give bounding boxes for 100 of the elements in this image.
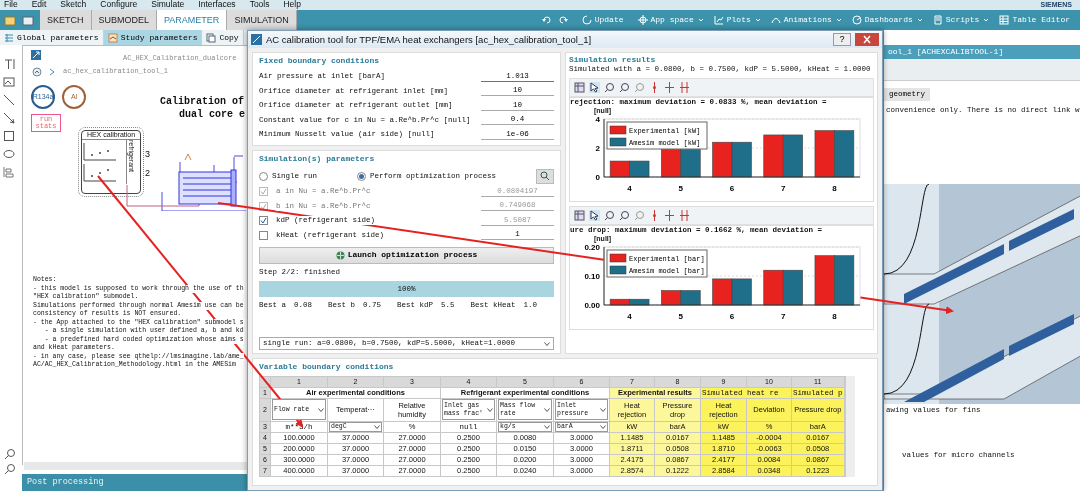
bar [814,255,835,306]
tick-label: 5 [678,184,684,193]
zoom-out-icon[interactable] [4,463,16,475]
tick-label: 4 [627,312,632,322]
zoom-in-icon[interactable] [619,81,630,93]
caret-icon [318,407,324,412]
table-icon[interactable] [574,81,585,93]
menu-item[interactable]: File [4,0,18,10]
radio-button[interactable] [357,171,366,181]
caret-icon [544,341,550,346]
section-heading: Fixed boundary conditions [259,56,381,66]
toolbar-tab[interactable]: SKETCH [40,10,92,30]
toolbar-button[interactable]: Plots [709,15,755,25]
toolbar-button[interactable]: Table Editor [995,15,1074,25]
tick-label: 4 [595,115,600,124]
align-tool-icon[interactable] [3,166,15,178]
help-button[interactable]: ? [833,33,851,46]
tick-label: 5 [678,312,684,322]
toolbar-tab[interactable]: SIMULATION [227,10,297,30]
caret-icon [983,17,990,23]
toolbar-button[interactable]: Animations [766,15,836,25]
folder-icon[interactable] [22,14,34,26]
panel-tab[interactable]: Copy [202,30,244,45]
ellipse-tool-icon[interactable] [3,148,15,160]
zoom-region-icon[interactable] [604,81,615,93]
horizontal-scrollbar[interactable] [24,462,248,470]
section-heading: Simulation results [569,55,657,65]
status-bar: Post processing [22,474,250,491]
zoom-region-icon[interactable] [604,210,615,221]
arrow-tool-icon[interactable] [3,112,15,124]
panel-tab[interactable]: Global parameters [0,30,104,45]
bar [834,130,855,178]
refresh-icon [581,15,592,25]
caret-icon [600,407,606,412]
toolbar-tab[interactable]: SUBMODEL [91,10,158,30]
crosshair-icon[interactable] [664,210,675,221]
launch-button[interactable]: Launch optimization process [259,246,554,264]
globe-icon [335,250,345,260]
bar [712,278,733,306]
document-icon [932,15,943,25]
chart-icon [713,15,724,25]
zoom-in-icon[interactable] [4,448,16,460]
tick-label: 7 [780,184,786,193]
crosshair-icon[interactable] [664,81,675,93]
menu-item[interactable]: Sketch [60,0,87,10]
menu-item[interactable]: Tools [249,0,270,10]
checkbox[interactable] [259,216,268,226]
pointer-icon[interactable] [589,81,600,93]
toolbar-button[interactable]: Scripts [928,15,984,25]
panel-tab[interactable]: Study parameters [103,30,203,45]
dialog-title: AC calibration tool for TPF/EMA heat exchangers [ac_hex_calibration_tool_1] [266,33,593,46]
bar [782,134,803,178]
checkbox[interactable] [259,230,268,240]
line-tool-icon[interactable] [3,94,15,106]
undo-icon[interactable] [541,15,552,25]
table-icon[interactable] [574,210,585,221]
bar [731,141,752,178]
tick-label: 7 [780,312,786,322]
window-title: ool_1 [ACHEXCALIBTOOL-1] [884,45,1080,59]
caret-icon [754,17,761,23]
menu-item[interactable]: Help [283,0,301,10]
bar [629,160,650,178]
chevron-icon [49,68,55,76]
double-marker-icon[interactable] [679,210,690,221]
bar [661,149,682,178]
toolbar-button[interactable]: App space [633,15,698,25]
bar [834,255,855,306]
text-tool-icon[interactable] [3,58,15,70]
tick-label: 6 [729,312,735,322]
caret-icon [544,424,550,429]
search-icon [540,171,550,182]
radio-button[interactable] [259,171,268,181]
vertical-scrollbar[interactable] [844,375,855,477]
menu-item[interactable]: Simulate [151,0,185,10]
image-tool-icon[interactable] [3,76,15,88]
bar [763,270,784,306]
pointer-icon[interactable] [589,210,600,221]
close-icon[interactable] [855,33,879,46]
settings-button[interactable] [536,168,554,184]
home-icon[interactable] [32,67,42,77]
zoom-in-icon[interactable] [619,210,630,221]
curve-icon [770,15,781,25]
caret-icon [835,17,842,23]
toolbar-button[interactable]: Dashboards [847,15,917,25]
caret-icon [600,424,606,429]
tick-label: 0.20 [584,243,600,253]
tick-label: 4 [627,184,632,193]
toolbar-tab[interactable]: PARAMETER [157,10,228,30]
menu-item[interactable]: Interfaces [198,0,236,10]
bar [680,149,701,178]
rectangle-tool-icon[interactable] [3,130,15,142]
bar [731,278,752,306]
toolbar-button[interactable]: Update [577,15,628,25]
diagram-title: dual core e [179,109,245,121]
tick-label: 0 [595,173,600,182]
menu-item[interactable]: Configure [100,0,138,10]
folder-icon[interactable] [4,14,16,26]
menu-item[interactable]: Edit [31,0,47,10]
redo-icon[interactable] [557,15,568,25]
double-marker-icon[interactable] [679,81,690,93]
